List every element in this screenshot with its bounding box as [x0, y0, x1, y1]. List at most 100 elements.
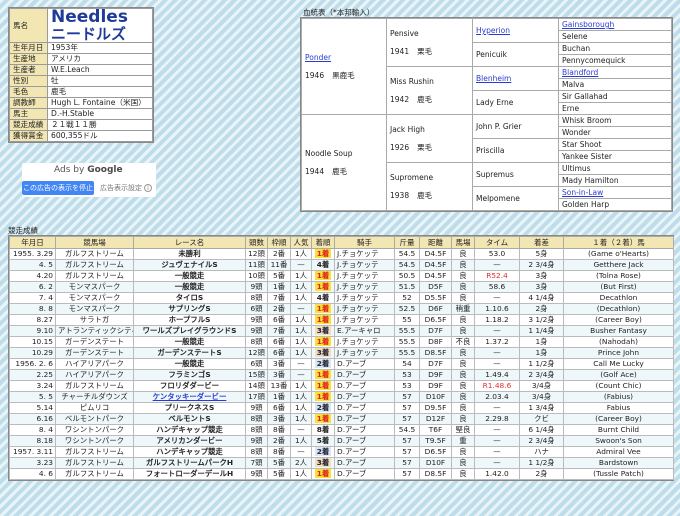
race-dist: D4.5F	[419, 259, 452, 271]
race-post: 3番	[267, 358, 291, 370]
race-track: ガーデンステート	[55, 336, 134, 348]
race-track: ガルフストリーム	[55, 446, 134, 458]
race-margin: 2 3/4身	[519, 435, 564, 447]
race-track: ガルフストリーム	[55, 457, 134, 469]
race-dist: D8F	[419, 336, 452, 348]
race-winner: Prince John	[563, 347, 674, 359]
race-jockey: J.チョケッテ	[334, 336, 395, 348]
gen4-name: Yankee Sister	[562, 152, 612, 161]
race-dist: D8.5F	[419, 347, 452, 359]
gen4-name[interactable]: Son-in-Law	[562, 188, 603, 197]
pedigree-gen4: Blandford	[558, 66, 672, 79]
race-cond: 良	[451, 369, 475, 381]
race-place: 4着	[311, 292, 335, 304]
race-race: ベルモントS	[133, 413, 246, 425]
race-row: 1956. 2. 6 ハイアリアパーク 一般競走 6頭 3番 —2着 D.アーブ 54 D7F 良…	[9, 358, 674, 370]
gen3-name[interactable]: Hyperion	[476, 26, 510, 35]
gen4-name: Buchan	[562, 44, 591, 53]
gen4-name[interactable]: Blandford	[562, 68, 598, 77]
race-cond: 良	[451, 270, 475, 282]
race-time-value: —	[493, 293, 501, 303]
race-runners: 15頭	[245, 369, 268, 381]
gen4-name: Pennycomequick	[562, 56, 626, 65]
profile-label: 毛色	[9, 86, 48, 98]
race-date: 8.27	[9, 314, 56, 326]
race-time: —	[474, 424, 520, 436]
profile-value: ２１戦１１勝	[47, 119, 153, 131]
race-place: 1着	[311, 336, 335, 348]
name-label: 馬名	[9, 8, 48, 43]
profile-value: 1953年	[47, 42, 153, 54]
race-jockey: D.アーブ	[334, 369, 395, 381]
sire-name[interactable]: Ponder	[305, 53, 331, 62]
race-runners: 8頭	[245, 424, 268, 436]
pedigree-gen4: Whisk Broom	[558, 114, 672, 127]
gen4-name: Wonder	[562, 128, 591, 137]
race-row: 9.10 アトランティックシティ ワールズプレイグラウンドS 9頭 7番 1人 3着 E.アー…	[9, 325, 674, 337]
race-time: —	[474, 358, 520, 370]
pedigree-row: Ponder 1946 黒鹿毛 Pensive 1941 栗毛 Hyperion Gainsb…	[301, 18, 672, 115]
race-weight: 57	[394, 457, 420, 469]
finish-position-badge: 4着	[316, 260, 330, 270]
pedigree-gen3: Supremus	[472, 162, 559, 187]
pedigree-gen4: Yankee Sister	[558, 150, 672, 163]
profile-value: アメリカ	[47, 53, 153, 65]
race-time: —	[474, 325, 520, 337]
race-race: フロリダダービー	[133, 380, 246, 392]
gen2-year: 1941	[390, 46, 410, 56]
ad-settings-link[interactable]: 広告表示設定 i	[100, 181, 152, 195]
race-race: プリークネスS	[133, 402, 246, 414]
info-icon: i	[144, 184, 152, 192]
race-date: 10.15	[9, 336, 56, 348]
race-col-header: 着差	[519, 236, 564, 249]
pedigree-gen2: Supromene 1938 鹿毛	[386, 162, 473, 211]
gen4-name[interactable]: Gainsborough	[562, 20, 614, 29]
race-winner: Admiral Vee	[563, 446, 674, 458]
race-place: 1着	[311, 468, 335, 480]
gen2-color: 栗毛	[417, 142, 433, 152]
ad-choices-panel: Ads by Google この広告の表示を停止 広告表示設定 i	[22, 163, 156, 197]
race-dist: D6F	[419, 303, 452, 315]
race-row: 8. 4 ワシントンパーク ハンデキャップ競走 8頭 8番 —8着 D.アーブ 54.5 T6F…	[9, 424, 674, 436]
race-place: 1着	[311, 281, 335, 293]
race-row: 5.14 ピムリコ プリークネスS 9頭 6番 1人 2着 D.アーブ 57 D9.5F 良 — 1 3…	[9, 402, 674, 414]
pedigree-gen3: Blenheim	[472, 66, 559, 91]
race-place: 1着	[311, 303, 335, 315]
race-margin: 2 3/4身	[519, 369, 564, 381]
race-race: 一般競走	[133, 336, 246, 348]
pedigree-table-panel: Ponder 1946 黒鹿毛 Pensive 1941 栗毛 Hyperion Gainsb…	[300, 17, 673, 212]
race-runners: 7頭	[245, 457, 268, 469]
race-row: 2.25 ハイアリアパーク フラミンゴS 15頭 3番 —1着 D.アーブ 53 D9F 良 1.4…	[9, 369, 674, 381]
race-jockey: J.チョケッテ	[334, 248, 395, 260]
race-track: モンマスパーク	[55, 292, 134, 304]
race-time-value: 58.6	[488, 282, 506, 292]
race-place: 1着	[311, 413, 335, 425]
race-date: 7. 4	[9, 292, 56, 304]
gen2-name: Miss Rushin	[390, 76, 434, 86]
gen4-name: Ultimus	[562, 164, 591, 173]
pedigree-gen4: Son-in-Law	[558, 186, 672, 199]
race-place: 3着	[311, 457, 335, 469]
race-winner: (Game o'Hearts)	[563, 248, 674, 260]
race-place: 1着	[311, 391, 335, 403]
race-post: 2番	[267, 435, 291, 447]
race-winner: (Career Boy)	[563, 413, 674, 425]
race-col-header: 競馬場	[55, 236, 134, 249]
race-post: 3番	[267, 369, 291, 381]
finish-position-badge: 1着	[314, 249, 332, 258]
race-race[interactable]: ケンタッキーダービー	[133, 391, 246, 403]
race-time: 58.6	[474, 281, 520, 293]
finish-position-badge: 2着	[314, 403, 332, 412]
race-weight: 57	[394, 446, 420, 458]
finish-position-badge: 2着	[314, 447, 332, 456]
race-row: 8.27 サラトガ ホープフルS 9頭 6番 1人 1着 J.チョケッテ 55 D6.5F 良 1.1…	[9, 314, 674, 326]
race-cond: 良	[451, 380, 475, 392]
profile-value: 牡	[47, 75, 153, 87]
race-runners: 8頭	[245, 446, 268, 458]
profile-row: 性別牡	[9, 75, 153, 87]
gen3-name[interactable]: Blenheim	[476, 74, 511, 83]
race-place: 3着	[311, 347, 335, 359]
profile-name-row: 馬名 Needles ニードルズ	[9, 8, 153, 43]
pedigree-sire: Ponder 1946 黒鹿毛	[301, 18, 387, 115]
stop-showing-ad-button[interactable]: この広告の表示を停止	[22, 181, 94, 195]
